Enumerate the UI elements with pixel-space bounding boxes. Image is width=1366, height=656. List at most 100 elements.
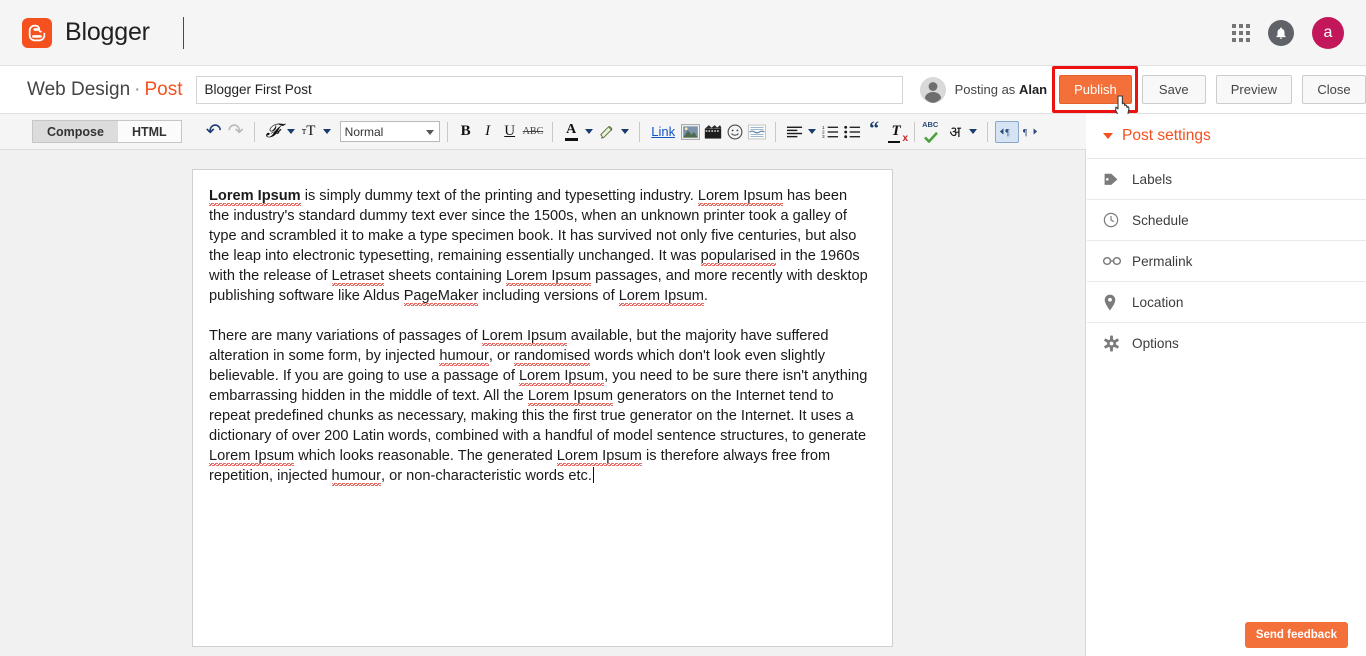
brand[interactable]: Blogger: [22, 18, 150, 48]
tab-html[interactable]: HTML: [118, 120, 182, 143]
post-paragraph-1: Lorem Ipsum is simply dummy text of the …: [209, 186, 870, 306]
spellcheck-underline: Lorem Ipsum: [528, 388, 613, 404]
svg-text:¶: ¶: [1023, 128, 1028, 139]
posting-as-text: Posting as Alan: [955, 82, 1048, 97]
paragraph-format-select[interactable]: Normal: [340, 121, 440, 142]
toolbar-divider: [987, 122, 988, 142]
avatar[interactable]: a: [1312, 17, 1344, 49]
highlight-chevron-down-icon[interactable]: [621, 129, 629, 134]
post-title-bar: Web Design·Post Posting as Alan Publish: [0, 66, 1366, 114]
sidebar-item-schedule[interactable]: Schedule: [1087, 200, 1366, 241]
ltr-icon[interactable]: ¶: [995, 121, 1019, 143]
svg-text:3: 3: [822, 134, 825, 139]
blockquote-icon[interactable]: “: [863, 120, 885, 144]
sidebar-item-labels[interactable]: Labels: [1087, 159, 1366, 200]
spellcheck-underline: Lorem Ipsum: [619, 288, 704, 304]
insert-image-icon[interactable]: [679, 120, 702, 144]
sidebar-item-label: Labels: [1132, 172, 1172, 187]
sidebar-item-options[interactable]: Options: [1087, 323, 1366, 364]
transliteration-chevron-down-icon[interactable]: [969, 129, 977, 134]
toolbar-divider: [639, 122, 640, 142]
tab-compose[interactable]: Compose: [32, 120, 118, 143]
post-paragraph-2: There are many variations of passages of…: [209, 326, 870, 486]
spellcheck-underline: randomised: [514, 348, 590, 364]
bell-icon[interactable]: [1268, 20, 1294, 46]
formatting-toolbar: Compose HTML ↶ ↷ 𝓕 тT Normal B I U ABC A: [0, 114, 1086, 150]
paragraph-1-rest: is simply dummy text of the printing and…: [209, 188, 868, 304]
rtl-icon[interactable]: ¶: [1019, 120, 1041, 144]
undo-icon[interactable]: ↶: [203, 120, 225, 144]
tag-icon: [1103, 171, 1125, 187]
breadcrumb: Web Design·Post: [27, 79, 183, 101]
publish-button-wrapper: Publish: [1059, 75, 1132, 104]
sidebar-item-location[interactable]: Location: [1087, 282, 1366, 323]
align-chevron-down-icon[interactable]: [808, 129, 816, 134]
close-button[interactable]: Close: [1302, 75, 1366, 104]
italic-button[interactable]: I: [477, 120, 499, 144]
publish-button[interactable]: Publish: [1059, 75, 1132, 104]
post-settings-title: Post settings: [1122, 127, 1211, 145]
sidebar-item-label: Options: [1132, 336, 1179, 351]
preview-button[interactable]: Preview: [1216, 75, 1292, 104]
insert-video-icon[interactable]: [702, 120, 724, 144]
paragraph-format-value: Normal: [345, 125, 384, 139]
font-size-chevron-down-icon[interactable]: [323, 129, 331, 134]
numbered-list-icon[interactable]: 123: [819, 120, 841, 144]
user-avatar-icon: [920, 77, 946, 103]
spellcheck-icon[interactable]: ABC: [922, 120, 944, 144]
link-icon: [1103, 254, 1125, 268]
link-button[interactable]: Link: [647, 120, 679, 144]
spellcheck-underline: Lorem Ipsum: [209, 448, 294, 464]
posting-as-prefix: Posting as: [955, 82, 1016, 97]
spellcheck-underline: Lorem Ipsum: [519, 368, 604, 384]
sidebar-item-label: Location: [1132, 295, 1183, 310]
insert-emoji-icon[interactable]: [724, 120, 746, 144]
highlight-pen-icon[interactable]: [596, 120, 618, 144]
blogger-logo-icon[interactable]: [22, 18, 52, 48]
font-size-icon[interactable]: тT: [298, 120, 320, 144]
post-body-content[interactable]: Lorem Ipsum is simply dummy text of the …: [193, 170, 892, 486]
post-action-buttons: Publish Save Preview Close: [1059, 75, 1366, 104]
spellcheck-underline: Lorem Ipsum: [506, 268, 591, 284]
spellcheck-underline: PageMaker: [404, 288, 479, 304]
bullet-list-icon[interactable]: [841, 120, 863, 144]
spellcheck-underline: Lorem Ipsum: [557, 448, 642, 464]
redo-icon[interactable]: ↷: [225, 120, 247, 144]
sidebar-item-label: Schedule: [1132, 213, 1189, 228]
brand-name: Blogger: [65, 18, 150, 47]
breadcrumb-section: Post: [144, 79, 182, 100]
text-color-chevron-down-icon[interactable]: [585, 129, 593, 134]
transliteration-icon[interactable]: अ: [944, 120, 966, 144]
text-cursor: [593, 467, 594, 483]
apps-grid-icon[interactable]: [1232, 24, 1250, 42]
font-family-icon[interactable]: 𝓕: [262, 120, 284, 144]
collapse-chevron-down-icon[interactable]: [1103, 133, 1113, 139]
post-settings-sidebar: Post settings Labels Schedule: [1087, 114, 1366, 656]
top-bar-actions: a: [1232, 17, 1344, 49]
brand-divider: [183, 17, 184, 49]
strikethrough-button[interactable]: ABC: [521, 120, 546, 144]
bold-button[interactable]: B: [455, 120, 477, 144]
editor-canvas: Lorem Ipsum is simply dummy text of the …: [0, 150, 1086, 656]
post-title-input[interactable]: [196, 76, 903, 104]
text-color-icon[interactable]: A: [560, 120, 582, 144]
font-family-chevron-down-icon[interactable]: [287, 129, 295, 134]
post-body-editor[interactable]: Lorem Ipsum is simply dummy text of the …: [192, 169, 893, 647]
underline-button[interactable]: U: [499, 120, 521, 144]
sidebar-item-permalink[interactable]: Permalink: [1087, 241, 1366, 282]
post-settings-header[interactable]: Post settings: [1087, 114, 1366, 159]
save-button[interactable]: Save: [1142, 75, 1206, 104]
remove-formatting-icon[interactable]: T x: [885, 120, 907, 144]
spellcheck-underline: humour: [332, 468, 381, 484]
posting-as-user: Alan: [1019, 82, 1047, 97]
top-bar: Blogger a: [0, 0, 1366, 66]
spellcheck-underline: Lorem Ipsum: [209, 188, 301, 204]
send-feedback-button[interactable]: Send feedback: [1245, 622, 1348, 648]
paragraph-2-text: There are many variations of passages of…: [209, 328, 867, 484]
align-left-icon[interactable]: [783, 120, 805, 144]
toolbar-divider: [195, 122, 196, 142]
avatar-letter: a: [1324, 24, 1333, 42]
toolbar-divider: [552, 122, 553, 142]
jump-break-icon[interactable]: [746, 120, 768, 144]
spellcheck-underline: humour: [439, 348, 488, 364]
